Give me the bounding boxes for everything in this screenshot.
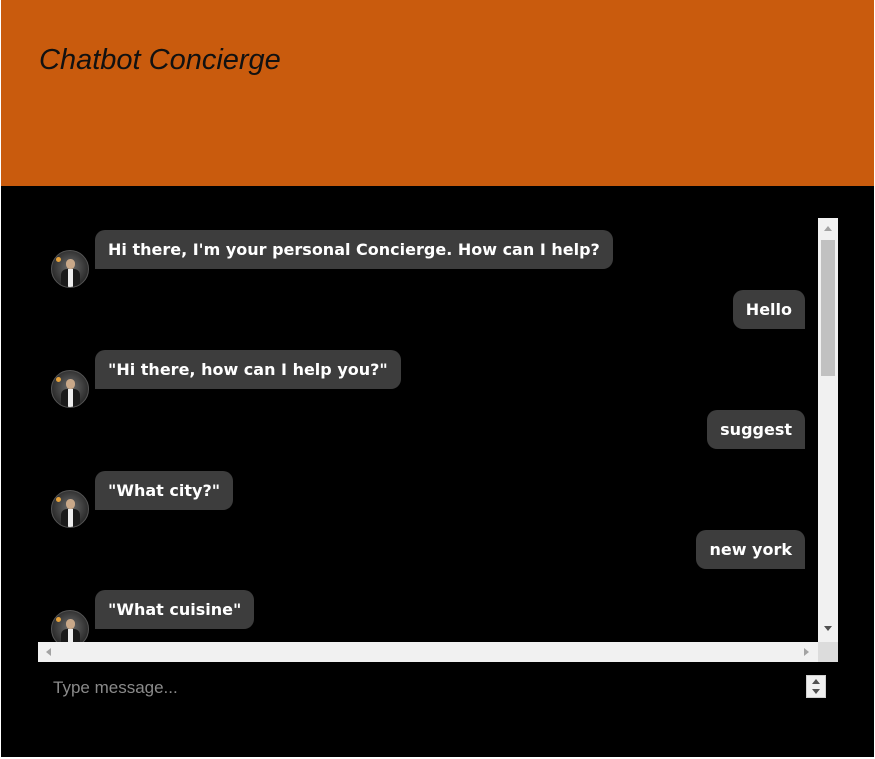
user-message: Hello: [38, 290, 818, 346]
concierge-avatar: [51, 610, 89, 642]
bot-message-bubble: "What cuisine": [95, 590, 255, 629]
scroll-left-icon[interactable]: [46, 648, 51, 656]
scroll-down-icon[interactable]: [824, 626, 832, 631]
bot-message-bubble: "Hi there, how can I help you?": [95, 350, 401, 389]
bot-message-bubble: Hi there, I'm your personal Concierge. H…: [95, 230, 613, 269]
bot-message: "What cuisine": [38, 590, 818, 642]
chat-app: Chatbot Concierge Hi there, I'm your per…: [1, 0, 874, 757]
user-message-bubble: new york: [696, 530, 805, 569]
stepper-up-icon[interactable]: [812, 679, 820, 684]
bot-message: Hi there, I'm your personal Concierge. H…: [38, 230, 818, 288]
bot-message: "Hi there, how can I help you?": [38, 350, 818, 408]
scroll-up-icon[interactable]: [824, 226, 832, 231]
concierge-avatar: [51, 490, 89, 528]
bot-message: "What city?": [38, 471, 818, 528]
user-message: new york: [38, 530, 818, 586]
user-message-bubble: Hello: [732, 290, 805, 329]
vertical-scroll-thumb[interactable]: [821, 240, 835, 376]
stepper-down-icon[interactable]: [812, 689, 820, 694]
app-title: Chatbot Concierge: [39, 44, 281, 76]
horizontal-scrollbar[interactable]: [38, 642, 818, 662]
message-list: Hi there, I'm your personal Concierge. H…: [38, 218, 818, 642]
message-input[interactable]: [39, 670, 799, 706]
chat-history[interactable]: Hi there, I'm your personal Concierge. H…: [38, 218, 838, 662]
user-message-bubble: suggest: [707, 410, 805, 449]
bot-message-bubble: "What city?": [95, 471, 234, 510]
concierge-avatar: [51, 250, 89, 288]
scroll-right-icon[interactable]: [804, 648, 809, 656]
header: Chatbot Concierge: [1, 0, 874, 186]
user-message: suggest: [38, 410, 818, 466]
scrollbar-corner: [818, 642, 838, 662]
concierge-avatar: [51, 370, 89, 408]
input-stepper[interactable]: [806, 675, 826, 698]
vertical-scrollbar[interactable]: [818, 218, 838, 642]
